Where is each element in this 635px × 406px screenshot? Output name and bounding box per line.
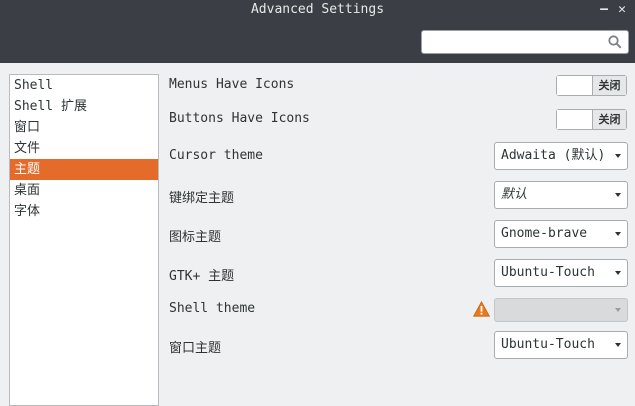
sidebar: Shell Shell 扩展 窗口 文件 主题 桌面 字体	[9, 74, 159, 406]
minimize-icon[interactable]: –	[597, 2, 611, 17]
gtk-theme-dropdown[interactable]: Ubuntu-Touch	[494, 259, 628, 287]
keybinding-theme-label: 键绑定主题	[169, 191, 235, 206]
window-title: Advanced Settings	[250, 2, 385, 17]
dropdown-value: Ubuntu-Touch	[501, 337, 595, 352]
buttons-have-icons-switch[interactable]: 关闭	[556, 109, 627, 130]
switch-state: 关闭	[593, 76, 626, 95]
title-bar: Advanced Settings – ✕	[0, 0, 635, 63]
dropdown-value: Adwaita (默认)	[501, 148, 606, 163]
switch-knob	[557, 110, 593, 129]
warning-icon	[473, 301, 490, 317]
cursor-theme-label: Cursor theme	[169, 148, 263, 163]
icon-theme-label: 图标主题	[169, 230, 222, 245]
sidebar-item-fonts[interactable]: 字体	[10, 201, 158, 222]
keybinding-theme-dropdown[interactable]: 默认	[494, 181, 628, 209]
dropdown-value: Gnome-brave	[501, 226, 588, 241]
sidebar-item-windows[interactable]: 窗口	[10, 117, 158, 138]
dropdown-arrow-icon	[615, 154, 621, 158]
icon-theme-dropdown[interactable]: Gnome-brave	[494, 220, 628, 248]
cursor-theme-dropdown[interactable]: Adwaita (默认)	[494, 142, 628, 170]
dropdown-arrow-icon	[615, 193, 621, 197]
window-theme-label: 窗口主题	[169, 341, 222, 356]
close-icon[interactable]: ✕	[615, 2, 629, 17]
search-icon	[608, 35, 622, 49]
menus-have-icons-switch[interactable]: 关闭	[556, 75, 627, 96]
sidebar-item-files[interactable]: 文件	[10, 138, 158, 159]
dropdown-arrow-icon	[615, 271, 621, 275]
menus-have-icons-label: Menus Have Icons	[169, 77, 295, 92]
dropdown-value: 默认	[501, 187, 528, 202]
sidebar-item-shell-extensions[interactable]: Shell 扩展	[10, 96, 158, 117]
sidebar-item-desktop[interactable]: 桌面	[10, 180, 158, 201]
sidebar-item-themes[interactable]: 主题	[10, 159, 158, 180]
switch-state: 关闭	[593, 110, 626, 129]
shell-theme-dropdown	[494, 298, 628, 322]
dropdown-value: Ubuntu-Touch	[501, 265, 595, 280]
gtk-theme-label: GTK+ 主题	[169, 269, 235, 284]
buttons-have-icons-label: Buttons Have Icons	[169, 111, 310, 126]
search-field[interactable]	[421, 30, 629, 54]
search-input[interactable]	[426, 32, 610, 54]
window-theme-dropdown[interactable]: Ubuntu-Touch	[494, 331, 628, 359]
dropdown-arrow-icon	[615, 308, 621, 312]
shell-theme-label: Shell theme	[169, 301, 256, 316]
dropdown-arrow-icon	[615, 232, 621, 236]
sidebar-item-shell[interactable]: Shell	[10, 75, 158, 96]
dropdown-arrow-icon	[615, 343, 621, 347]
switch-knob	[557, 76, 593, 95]
